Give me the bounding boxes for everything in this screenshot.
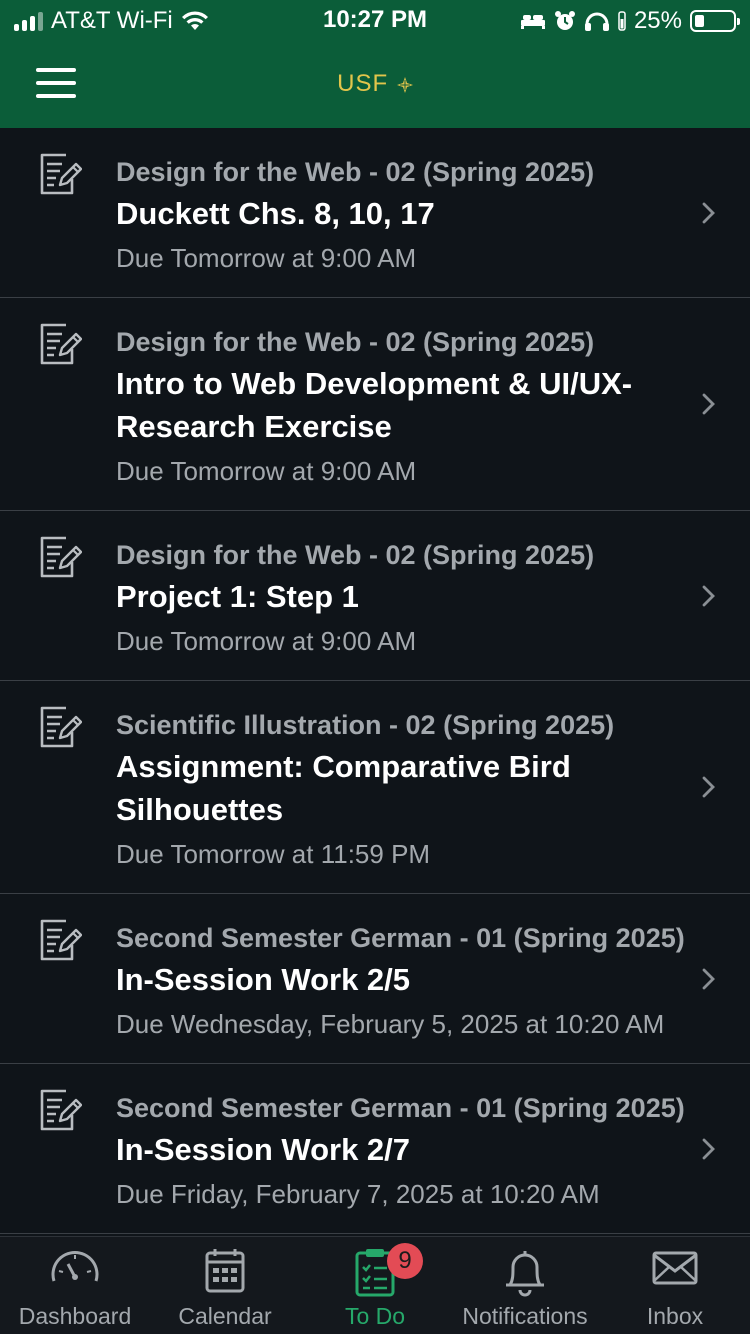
todo-title: Assignment: Comparative Bird Silhouettes bbox=[116, 749, 571, 827]
headphone-battery-icon bbox=[618, 11, 626, 31]
todo-title: Intro to Web Development & UI/UX-Researc… bbox=[116, 366, 633, 444]
todo-course-name: Second Semester German - 01 (Spring 2025… bbox=[116, 1093, 685, 1123]
status-bar: AT&T Wi-Fi 10:27 PM 25% bbox=[0, 0, 750, 44]
logo-text: USF bbox=[337, 70, 389, 97]
assignment-icon bbox=[38, 535, 83, 579]
chevron-right-icon bbox=[698, 776, 720, 798]
todo-course-name: Scientific Illustration - 02 (Spring 202… bbox=[116, 710, 615, 740]
todo-due-date: Due Friday, February 7, 2025 at 10:20 AM bbox=[116, 1179, 600, 1209]
chevron-right-icon bbox=[698, 202, 720, 224]
assignment-icon bbox=[38, 918, 83, 962]
todo-item[interactable]: Second Semester German - 01 (Spring 2025… bbox=[0, 1064, 750, 1234]
sleep-bed-icon bbox=[520, 15, 545, 29]
tab-dashboard-label: Dashboard bbox=[18, 1303, 132, 1329]
todo-item[interactable]: Design for the Web - 02 (Spring 2025) Int… bbox=[0, 298, 750, 511]
chevron-right-icon bbox=[698, 585, 720, 607]
status-right: 25% bbox=[520, 6, 740, 36]
chevron-right-icon bbox=[698, 968, 720, 990]
tab-dashboard[interactable]: Dashboard bbox=[0, 1237, 150, 1334]
todo-due-date: Due Tomorrow at 9:00 AM bbox=[116, 456, 417, 486]
usf-bull-mark-icon bbox=[396, 76, 413, 93]
tab-calendar-label: Calendar bbox=[178, 1303, 272, 1329]
todo-title: Project 1: Step 1 bbox=[116, 579, 359, 614]
todo-item[interactable]: Second Semester German - 01 (Spring 2025… bbox=[0, 894, 750, 1064]
dashboard-gauge-icon bbox=[51, 1250, 99, 1282]
todo-course-name: Design for the Web - 02 (Spring 2025) bbox=[116, 327, 595, 357]
chevron-right-icon bbox=[698, 393, 720, 415]
bell-icon bbox=[506, 1251, 544, 1297]
tab-inbox[interactable]: Inbox bbox=[600, 1237, 750, 1334]
assignment-icon bbox=[38, 705, 83, 749]
alarm-clock-icon bbox=[554, 11, 575, 30]
todo-course-name: Second Semester German - 01 (Spring 2025… bbox=[116, 923, 685, 953]
todo-course-name: Design for the Web - 02 (Spring 2025) bbox=[116, 157, 595, 187]
headphones-icon bbox=[584, 12, 609, 31]
todo-title: Duckett Chs. 8, 10, 17 bbox=[116, 196, 435, 231]
chevron-right-icon bbox=[698, 1138, 720, 1160]
assignment-icon bbox=[38, 1088, 83, 1132]
tab-bar: Dashboard Calendar 9 To Do Notifications… bbox=[0, 1236, 750, 1334]
todo-list: Design for the Web - 02 (Spring 2025) Duc… bbox=[0, 128, 750, 1236]
battery-level-fill bbox=[695, 15, 704, 27]
todo-title: In-Session Work 2/7 bbox=[116, 1132, 411, 1167]
todo-due-date: Due Tomorrow at 11:59 PM bbox=[116, 839, 431, 869]
todo-title: In-Session Work 2/5 bbox=[116, 962, 411, 997]
battery-icon bbox=[690, 10, 740, 32]
todo-due-date: Due Tomorrow at 9:00 AM bbox=[116, 243, 417, 273]
todo-item[interactable]: Design for the Web - 02 (Spring 2025) Pro… bbox=[0, 511, 750, 681]
todo-due-date: Due Tomorrow at 9:00 AM bbox=[116, 626, 417, 656]
calendar-icon bbox=[205, 1249, 245, 1293]
assignment-icon bbox=[38, 152, 83, 196]
todo-course-name: Design for the Web - 02 (Spring 2025) bbox=[116, 540, 595, 570]
tab-inbox-label: Inbox bbox=[646, 1303, 704, 1329]
tab-todo[interactable]: 9 To Do bbox=[300, 1237, 450, 1334]
todo-count-badge: 9 bbox=[387, 1243, 423, 1279]
todo-item[interactable]: Scientific Illustration - 02 (Spring 202… bbox=[0, 681, 750, 894]
navigation-bar: USF bbox=[0, 44, 750, 128]
app-header: AT&T Wi-Fi 10:27 PM 25% USF bbox=[0, 0, 750, 128]
assignment-icon bbox=[38, 322, 83, 366]
tab-todo-label: To Do bbox=[344, 1303, 406, 1329]
todo-due-date: Due Wednesday, February 5, 2025 at 10:20… bbox=[116, 1009, 665, 1039]
usf-logo: USF bbox=[0, 70, 750, 98]
tab-notifications[interactable]: Notifications bbox=[450, 1237, 600, 1334]
tab-calendar[interactable]: Calendar bbox=[150, 1237, 300, 1334]
battery-percent: 25% bbox=[633, 7, 682, 34]
tab-notifications-label: Notifications bbox=[462, 1303, 588, 1329]
todo-item[interactable]: Design for the Web - 02 (Spring 2025) Duc… bbox=[0, 128, 750, 298]
envelope-icon bbox=[652, 1251, 698, 1285]
